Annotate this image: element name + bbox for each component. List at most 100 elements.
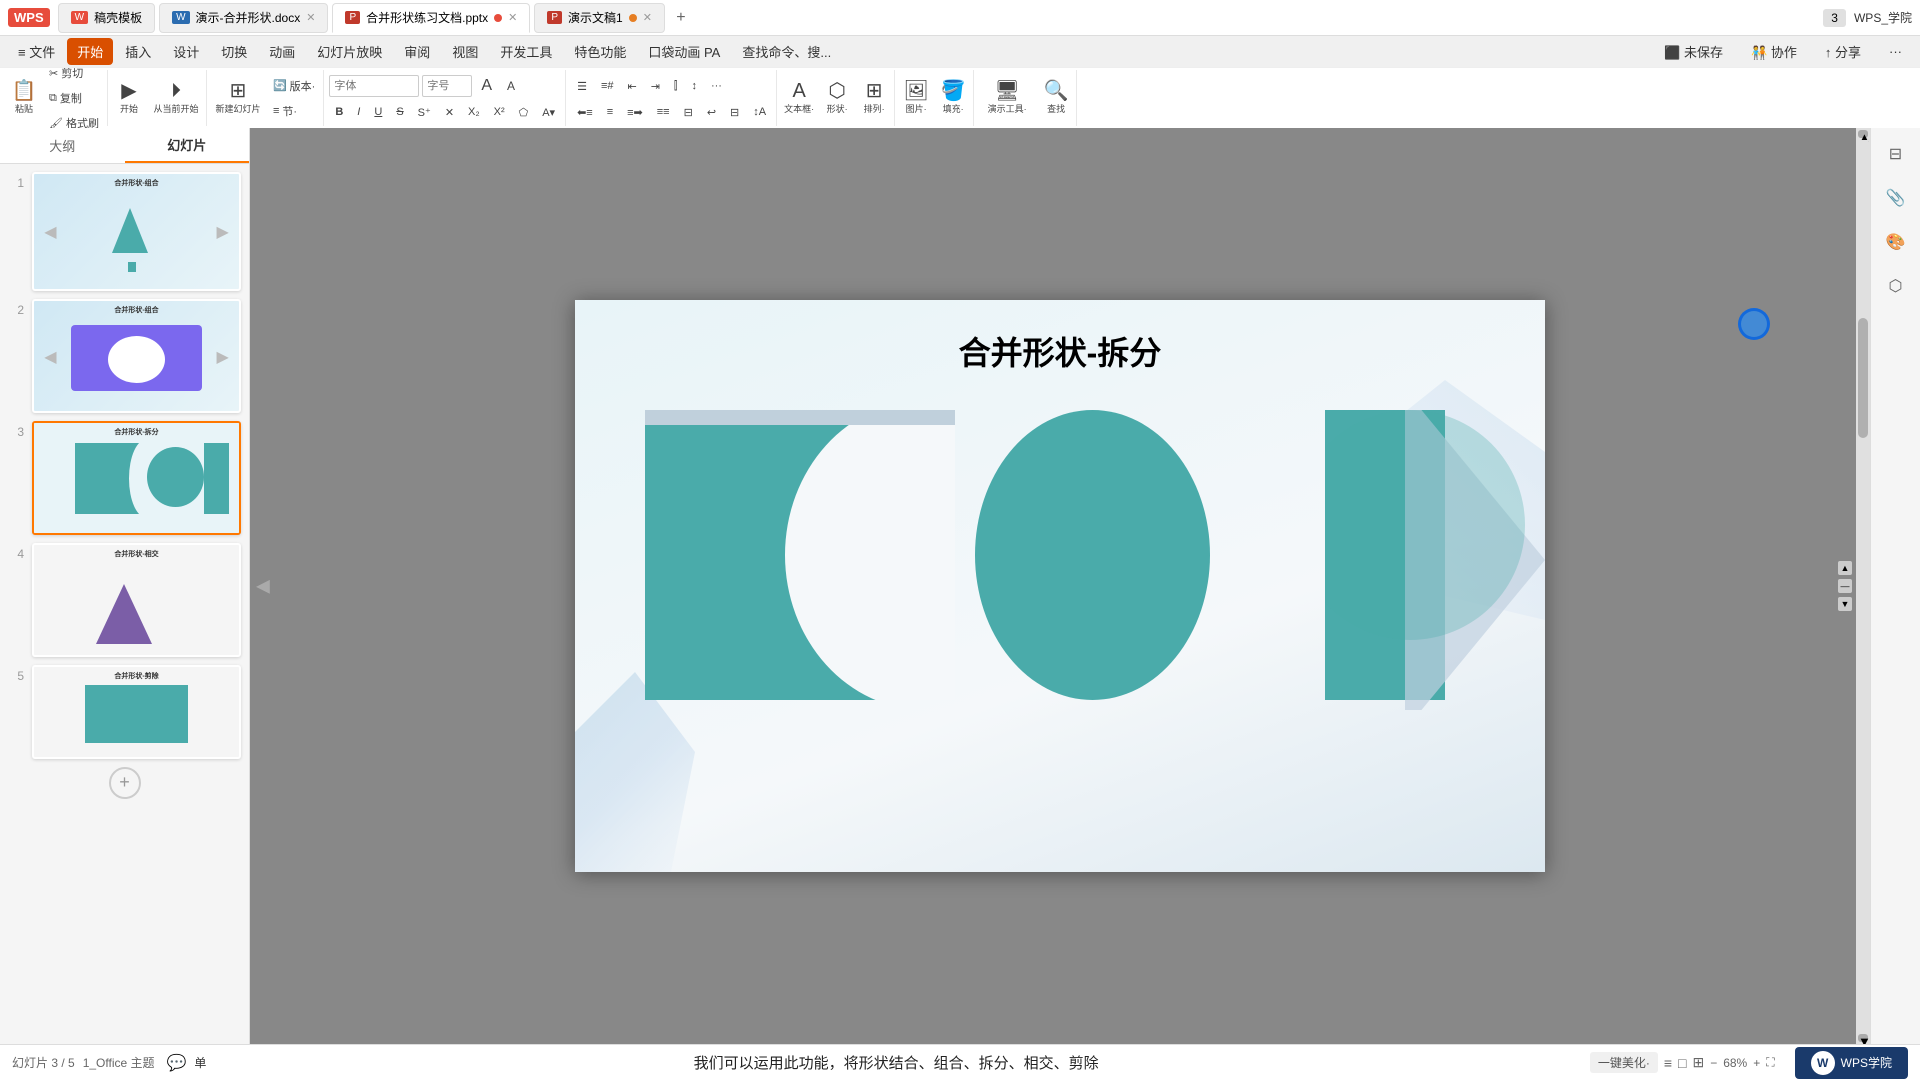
- textbox-button[interactable]: A 文本框·: [780, 72, 818, 124]
- tab-ppt2[interactable]: P 演示文稿1 ✕: [534, 3, 665, 33]
- right-panel-btn-3[interactable]: 🎨: [1878, 224, 1914, 260]
- textdir-button[interactable]: ↕A: [747, 100, 772, 124]
- menu-unsaved[interactable]: ⬛ 未保存: [1654, 38, 1733, 65]
- align-center-button[interactable]: ≡: [601, 100, 619, 124]
- distribute-button[interactable]: ⊟: [678, 100, 699, 124]
- format-brush-button[interactable]: 🖌 格式刷: [43, 111, 105, 128]
- menu-search[interactable]: 查找命令、搜...: [732, 38, 841, 65]
- present-tool-button[interactable]: 🖥 演示工具·: [977, 72, 1037, 124]
- paste-button[interactable]: 📋 粘贴: [6, 72, 42, 124]
- tab-outline[interactable]: 大纲: [0, 128, 125, 163]
- valign-button[interactable]: ⊟: [724, 100, 745, 124]
- caption-label[interactable]: 单: [194, 1054, 206, 1071]
- menu-view[interactable]: 视图: [442, 38, 488, 65]
- bold-button[interactable]: B: [329, 100, 349, 124]
- decrease-indent-button[interactable]: ⇤: [621, 74, 642, 98]
- zoom-minus-button[interactable]: −: [1710, 1056, 1717, 1070]
- canvas-nav-left[interactable]: ◀: [256, 576, 270, 597]
- scroll-thumb-v[interactable]: [1858, 318, 1868, 438]
- menu-more[interactable]: ···: [1879, 40, 1912, 63]
- decrease-font-button[interactable]: A: [501, 74, 521, 98]
- right-panel-btn-4[interactable]: ⬡: [1878, 268, 1914, 304]
- cut-button[interactable]: ✂ 剪切: [43, 68, 105, 85]
- side-arrow-mid[interactable]: —: [1838, 579, 1852, 593]
- menu-insert[interactable]: 插入: [115, 38, 161, 65]
- slide-thumb-1[interactable]: 合并形状-组合 ◀ ▶: [32, 172, 241, 291]
- tab-slides[interactable]: 幻灯片: [125, 128, 250, 163]
- slide-thumb-5[interactable]: 合并形状-剪除: [32, 665, 241, 759]
- beautify-button[interactable]: 一键美化·: [1590, 1052, 1658, 1073]
- menu-start[interactable]: 开始: [67, 38, 113, 65]
- right-panel-btn-2[interactable]: 📎: [1878, 180, 1914, 216]
- canvas-area[interactable]: ◀ 合并形状-拆分: [250, 128, 1870, 1044]
- align-left-button[interactable]: ⬅≡: [571, 100, 599, 124]
- strikethrough-button[interactable]: S: [390, 100, 409, 124]
- right-panel-btn-1[interactable]: ⊟: [1878, 136, 1914, 172]
- subscript-button[interactable]: X₂: [462, 100, 486, 124]
- image-button[interactable]: 🖼 图片·: [898, 72, 934, 124]
- increase-indent-button[interactable]: ⇥: [645, 74, 666, 98]
- increase-font-button[interactable]: A: [475, 74, 498, 98]
- tab-pptx-close[interactable]: ✕: [508, 11, 517, 24]
- find-button[interactable]: 🔍 查找: [1038, 72, 1074, 124]
- slide-shape-group-right[interactable]: [1325, 410, 1545, 710]
- layout-icon-1[interactable]: ≡: [1664, 1055, 1672, 1071]
- menu-slideshow[interactable]: 幻灯片放映: [307, 38, 392, 65]
- menu-dev[interactable]: 开发工具: [490, 38, 562, 65]
- font-name-input[interactable]: [329, 75, 419, 97]
- tab-word-close[interactable]: ✕: [306, 11, 315, 24]
- delete-button[interactable]: ✕: [439, 100, 460, 124]
- menu-file[interactable]: ≡ 文件: [8, 38, 65, 65]
- line-spacing-button[interactable]: ↕: [685, 74, 703, 98]
- slide-thumb-2[interactable]: 合并形状-组合 ◀ ▶: [32, 299, 241, 413]
- more-para-button[interactable]: ···: [705, 74, 728, 98]
- align-right-button[interactable]: ≡➡: [621, 100, 649, 124]
- slide-thumb-3[interactable]: 合并形状-拆分: [32, 421, 241, 535]
- shape-btn2[interactable]: ⬠: [513, 100, 535, 124]
- copy-button[interactable]: ⧉ 复制: [43, 86, 105, 110]
- menu-animation[interactable]: 动画: [259, 38, 305, 65]
- tab-template[interactable]: W 稿壳模板: [58, 3, 155, 33]
- rtl-button[interactable]: ↩: [701, 100, 722, 124]
- underline-button[interactable]: U: [368, 100, 388, 124]
- arrange-button[interactable]: ⊞ 排列·: [856, 72, 892, 124]
- menu-features[interactable]: 特色功能: [564, 38, 636, 65]
- from-current-button[interactable]: ⏵ 从当前开始: [148, 72, 204, 124]
- layout-icon-2[interactable]: □: [1678, 1055, 1686, 1071]
- tab-word-doc[interactable]: W 演示-合并形状.docx ✕: [159, 3, 328, 33]
- justify-button[interactable]: ≡≡: [651, 100, 676, 124]
- section-button[interactable]: ≡ 节·: [267, 99, 321, 123]
- scroll-down-btn[interactable]: ▼: [1858, 1034, 1868, 1042]
- font-color-button[interactable]: A▾: [536, 100, 561, 124]
- wps-logo[interactable]: WPS: [8, 8, 50, 27]
- menu-collab[interactable]: 🧑‍🤝‍🧑 协作: [1741, 38, 1807, 65]
- superscript-button[interactable]: X²: [488, 100, 511, 124]
- new-tab-button[interactable]: +: [669, 9, 693, 27]
- columns-button[interactable]: ⫿: [668, 74, 684, 98]
- zoom-plus-button[interactable]: +: [1753, 1056, 1760, 1070]
- fill-button[interactable]: 🪣 填充·: [935, 72, 971, 124]
- layout-icon-3[interactable]: ⊞: [1692, 1054, 1704, 1071]
- side-arrow-down[interactable]: ▼: [1838, 597, 1852, 611]
- font-size-input[interactable]: [422, 75, 472, 97]
- caption-icon[interactable]: 💬: [167, 1053, 187, 1073]
- menu-share[interactable]: ↑ 分享: [1815, 38, 1871, 65]
- numbered-list-button[interactable]: ≡#: [595, 74, 620, 98]
- side-arrow-up[interactable]: ▲: [1838, 561, 1852, 575]
- wps-promo[interactable]: W WPS学院: [1795, 1047, 1908, 1079]
- tab-ppt2-close[interactable]: ✕: [643, 11, 652, 24]
- zoom-fit-button[interactable]: ⛶: [1766, 1055, 1774, 1070]
- menu-review[interactable]: 审阅: [394, 38, 440, 65]
- new-slide-button[interactable]: ⊞ 新建幻灯片: [210, 72, 266, 124]
- shadow-button[interactable]: S⁺: [412, 100, 437, 124]
- add-slide-button[interactable]: +: [109, 767, 141, 799]
- version-button[interactable]: 🔄 版本·: [267, 74, 321, 98]
- slide-shape-group-left[interactable]: [645, 410, 1205, 710]
- scroll-up-btn[interactable]: ▲: [1858, 130, 1868, 138]
- scroll-track-v[interactable]: ▲ ▼: [1856, 128, 1870, 1044]
- italic-button[interactable]: I: [351, 100, 366, 124]
- menu-pocket[interactable]: 口袋动画 PA: [638, 38, 730, 65]
- start-slideshow-button[interactable]: ▶ 开始: [111, 72, 147, 124]
- shape-button[interactable]: ⬡ 形状·: [819, 72, 855, 124]
- slide-thumb-4[interactable]: 合并形状-相交: [32, 543, 241, 657]
